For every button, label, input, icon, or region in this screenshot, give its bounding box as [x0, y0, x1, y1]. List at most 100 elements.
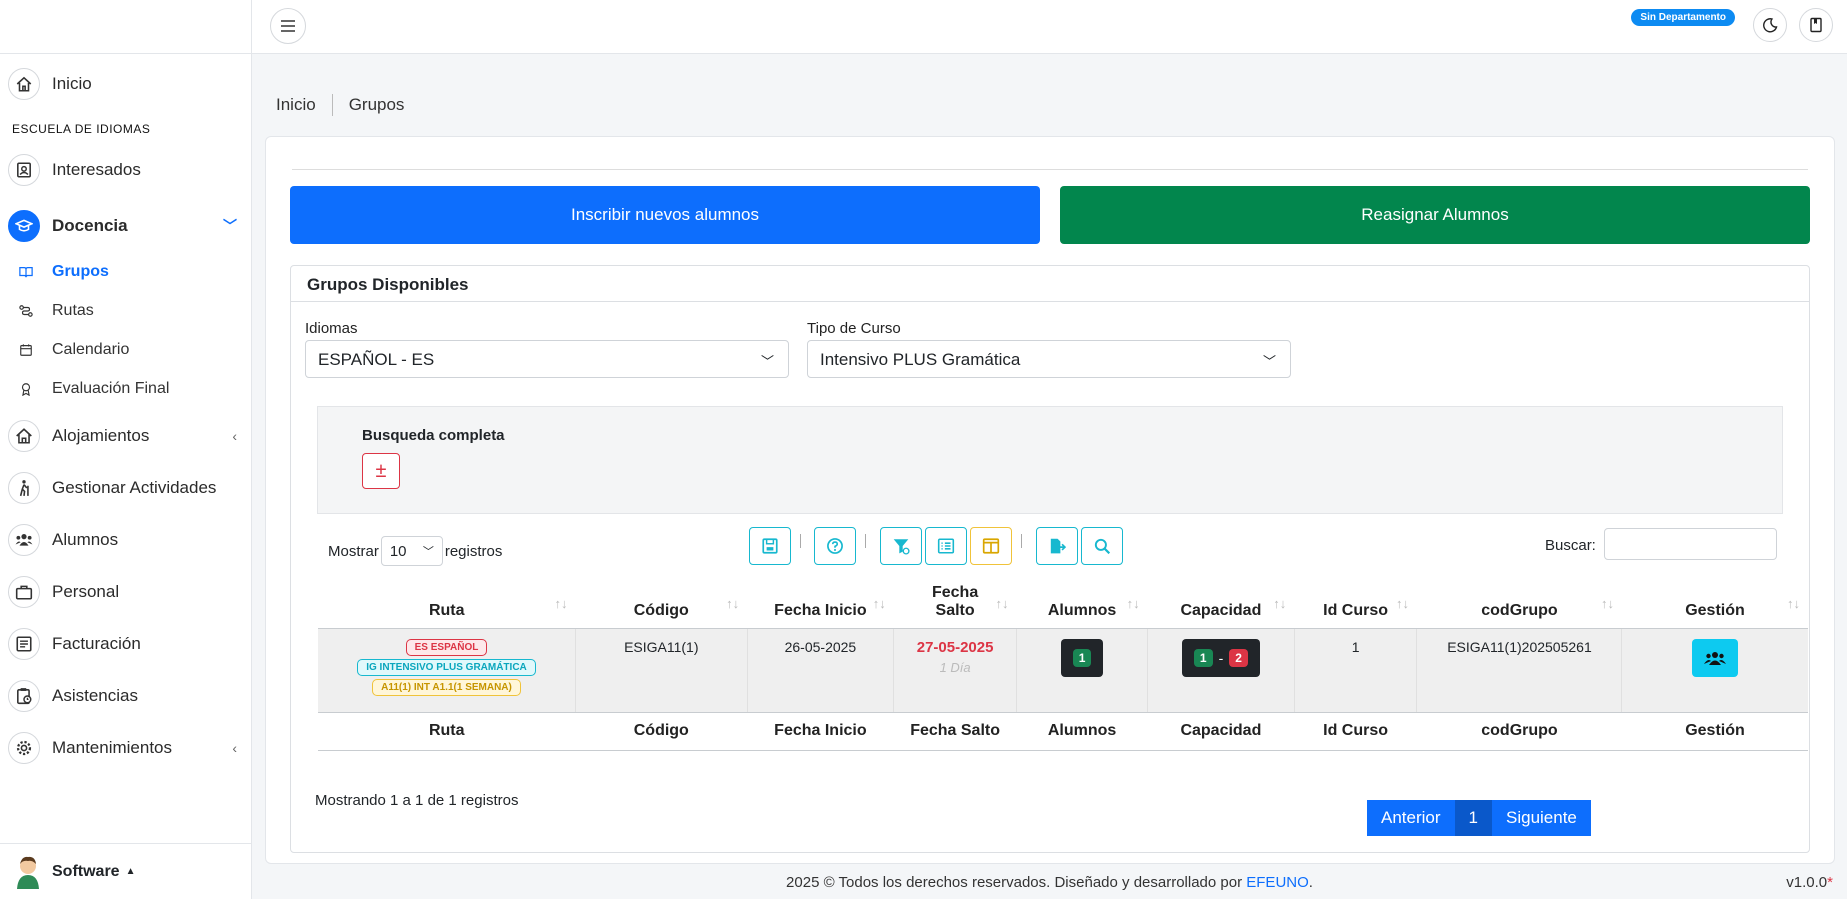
sidebar-subitem-rutas[interactable]: Rutas [0, 291, 251, 330]
toolbar-separator [800, 534, 801, 548]
sidebar-item-alojamientos[interactable]: Alojamientos ‹ [0, 410, 251, 462]
hiking-icon [8, 472, 40, 504]
menu-toggle-button[interactable] [270, 8, 306, 44]
sidebar-item-label: Mantenimientos [52, 738, 173, 757]
capacidad-max: 2 [1229, 648, 1248, 667]
sidebar-item-docencia[interactable]: Docencia ﹀ [0, 200, 251, 252]
toggle-search-button[interactable]: ± [362, 453, 400, 489]
footer-dot: . [1308, 874, 1313, 891]
col-header-id-curso[interactable]: Id Curso ↑↓ [1294, 568, 1417, 629]
columns-icon [982, 538, 1000, 554]
version: v1.0.0* [1786, 874, 1833, 891]
col-header-capacidad[interactable]: Capacidad ↑↓ [1147, 568, 1295, 629]
dark-mode-toggle[interactable] [1753, 8, 1787, 42]
user-menu[interactable]: Software ▲ [0, 843, 252, 899]
col-header-fecha-inicio[interactable]: Fecha Inicio ↑↓ [747, 568, 894, 629]
sidebar-subitem-label: Calendario [52, 340, 130, 358]
hamburger-icon [281, 20, 295, 32]
save-state-button[interactable] [749, 527, 791, 565]
version-number: v1.0.0 [1786, 874, 1828, 891]
nivel-tag: A11(1) INT A1.1(1 SEMANA) [372, 678, 521, 696]
capacidad-dash: - [1218, 649, 1224, 666]
route-icon [16, 301, 36, 321]
sidebar-item-facturacion[interactable]: Facturación [0, 618, 251, 670]
sidebar-item-label: Personal [52, 582, 120, 601]
col-header-cod-grupo[interactable]: codGrupo ↑↓ [1416, 568, 1622, 629]
gestion-button[interactable] [1692, 638, 1739, 677]
capacidad-min: 1 [1193, 648, 1213, 667]
cell-alumnos: 1 [1015, 628, 1148, 713]
tipo-curso-value: Intensivo PLUS Gramática [820, 350, 1021, 369]
prev-page-button[interactable]: Anterior [1367, 800, 1455, 836]
sidebar-item-asistencias[interactable]: Asistencias [0, 670, 251, 722]
sidebar-logo-area [0, 0, 251, 54]
idiomas-label: Idiomas [305, 320, 358, 337]
tipo-curso-select[interactable]: Intensivo PLUS Gramática ﹀ [807, 340, 1291, 378]
toolbar-separator [865, 534, 866, 548]
alumnos-button[interactable]: 1 [1060, 638, 1104, 677]
next-page-button[interactable]: Siguiente [1492, 800, 1591, 836]
sidebar-item-mantenimientos[interactable]: Mantenimientos ‹ [0, 722, 251, 774]
list-view-button[interactable] [925, 527, 967, 565]
sidebar-item-label: Alojamientos [52, 426, 150, 445]
reasignar-button[interactable]: Reasignar Alumnos [1060, 186, 1810, 244]
main-card: Inscribir nuevos alumnos Reasignar Alumn… [265, 136, 1835, 864]
bookmark-button[interactable] [1799, 8, 1833, 42]
col-header-fecha-salto[interactable]: Fecha Salto ↑↓ [893, 568, 1017, 629]
sidebar-subitem-label: Rutas [52, 301, 94, 319]
sidebar-item-personal[interactable]: Personal [0, 566, 251, 618]
buscar-input[interactable] [1604, 528, 1777, 560]
cell-id-curso: 1 [1293, 628, 1417, 713]
save-icon [762, 538, 778, 554]
col-header-alumnos[interactable]: Alumnos ↑↓ [1016, 568, 1148, 629]
page-1-button[interactable]: 1 [1454, 800, 1492, 836]
sidebar-item-inicio[interactable]: Inicio [0, 58, 251, 110]
col-header-ruta[interactable]: Ruta ↑↓ [318, 568, 576, 629]
moon-icon [1763, 18, 1778, 33]
divider [292, 169, 1808, 170]
sidebar-item-alumnos[interactable]: Alumnos [0, 514, 251, 566]
sidebar-subitem-evaluacion[interactable]: Evaluación Final [0, 369, 251, 408]
help-button[interactable] [814, 527, 856, 565]
sidebar-item-label: Docencia [52, 216, 128, 235]
question-icon [827, 538, 843, 554]
footer-link[interactable]: EFEUNO [1246, 874, 1309, 891]
foot-ruta: Ruta [318, 712, 576, 751]
book-icon [16, 262, 36, 282]
col-header-gestion[interactable]: Gestión ↑↓ [1621, 568, 1808, 629]
foot-id-curso: Id Curso [1294, 712, 1417, 751]
buscar-label: Buscar: [1545, 537, 1596, 554]
toolbar-separator [1021, 534, 1022, 548]
sidebar-item-label: Alumnos [52, 530, 119, 549]
inscribir-button[interactable]: Inscribir nuevos alumnos [290, 186, 1040, 244]
sort-icon: ↑↓ [726, 596, 740, 611]
sidebar-subitem-calendario[interactable]: Calendario [0, 330, 251, 369]
advanced-search-box: Busqueda completa ± [317, 406, 1783, 514]
col-header-codigo[interactable]: Código ↑↓ [575, 568, 748, 629]
sidebar-item-interesados[interactable]: Interesados [0, 144, 251, 196]
page-length-select[interactable]: 10 ﹀ [380, 536, 443, 566]
filter-button[interactable] [880, 527, 922, 565]
footer: 2025 © Todos los derechos reservados. Di… [252, 868, 1847, 899]
house-icon [8, 420, 40, 452]
curso-tag: IG INTENSIVO PLUS GRAMÁTICA [357, 658, 536, 676]
breadcrumb-home[interactable]: Inicio [276, 95, 316, 115]
idioma-tag: ES ESPAÑOL [405, 638, 488, 656]
idiomas-select[interactable]: ESPAÑOL - ES ﹀ [305, 340, 789, 378]
page-length-value: 10 [389, 542, 407, 560]
version-mark: * [1827, 874, 1833, 891]
panel-title: Grupos Disponibles [291, 266, 1809, 302]
user-name: Software [52, 862, 120, 880]
sort-icon: ↑↓ [1600, 596, 1614, 611]
sidebar-item-actividades[interactable]: Gestionar Actividades [0, 462, 251, 514]
foot-fecha-salto: Fecha Salto [893, 712, 1017, 751]
filter-icon [893, 539, 910, 555]
page-length-control: Mostrar 10 ﹀ registros [328, 536, 502, 566]
search-button[interactable] [1081, 527, 1123, 565]
department-badge[interactable]: Sin Departamento [1631, 9, 1735, 26]
export-button[interactable] [1036, 527, 1078, 565]
sidebar-subitem-grupos[interactable]: Grupos [0, 252, 251, 291]
foot-capacidad: Capacidad [1147, 712, 1295, 751]
foot-gestion: Gestión [1621, 712, 1808, 751]
columns-button[interactable] [970, 527, 1012, 565]
